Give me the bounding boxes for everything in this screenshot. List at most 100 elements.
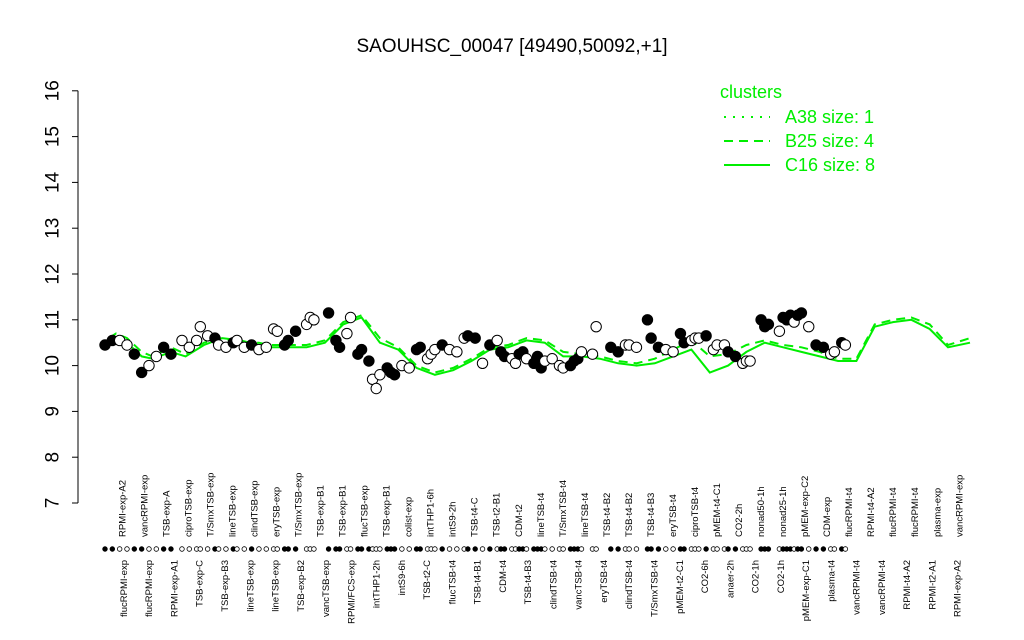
x-tick-label: TSB-t2-C bbox=[422, 560, 433, 600]
x-tick-label: flucRPMI-t4 bbox=[888, 487, 899, 537]
x-tick-label: RPMI-exp-A2 bbox=[953, 560, 964, 617]
x-tick-label: anaer-2h bbox=[725, 560, 736, 598]
y-tick-label: 11 bbox=[43, 310, 64, 330]
chart-canvas: SAOUHSC_00047 [49490,50092,+1] 7 8 9 10 11 12… bbox=[43, 36, 971, 624]
sample-marker bbox=[648, 546, 654, 552]
sample-marker bbox=[747, 546, 753, 552]
x-tick-label: vancTSB-t4 bbox=[574, 560, 585, 610]
x-tick-label: TSB-t4-B2 bbox=[624, 493, 635, 537]
x-tick-label: vancRPMI-exp bbox=[139, 475, 150, 537]
data-point bbox=[762, 318, 775, 331]
data-point bbox=[575, 346, 588, 358]
sample-marker bbox=[146, 546, 152, 552]
sample-marker bbox=[179, 546, 185, 552]
legend-title: clusters bbox=[720, 82, 782, 102]
sample-marker bbox=[446, 546, 453, 552]
data-point bbox=[194, 320, 206, 333]
data-point bbox=[414, 341, 426, 353]
sample-marker bbox=[197, 546, 203, 552]
x-tick-label: CO2-6h bbox=[700, 560, 711, 593]
x-tick-label: CDM-t4 bbox=[498, 560, 509, 593]
sample-marker bbox=[663, 546, 669, 552]
sample-marker bbox=[311, 546, 317, 552]
sample-marker bbox=[347, 546, 354, 552]
x-tick-label: vancRPMI-t4 bbox=[852, 560, 863, 615]
sample-marker bbox=[439, 546, 445, 552]
sample-marker bbox=[560, 546, 566, 552]
data-point bbox=[150, 350, 163, 363]
x-tick-label: intS9-2h bbox=[448, 502, 459, 537]
sample-marker bbox=[670, 546, 676, 552]
sample-marker bbox=[131, 546, 138, 552]
data-point bbox=[260, 341, 272, 353]
data-point bbox=[289, 325, 302, 337]
x-tick-label: lineTSB-t4 bbox=[580, 493, 591, 537]
x-tick-label: flucRPMI-t4 bbox=[844, 487, 855, 537]
data-point bbox=[451, 346, 463, 358]
x-tick-label: TSB-t4-B2 bbox=[602, 493, 613, 537]
x-tick-label: RPMI/FCS-exp bbox=[346, 560, 357, 624]
sample-marker bbox=[465, 546, 471, 552]
sample-marker bbox=[578, 546, 585, 552]
data-point bbox=[773, 325, 786, 337]
x-tick-label: RPMI-t4-A2 bbox=[866, 487, 877, 537]
sample-marker bbox=[765, 546, 772, 552]
x-tick-label: ciproTSB-t4 bbox=[690, 487, 701, 537]
sample-marker bbox=[292, 546, 299, 552]
x-tick-label: plasma-t4 bbox=[826, 560, 837, 602]
legend-label: A38 size: 1 bbox=[785, 107, 874, 127]
sample-marker bbox=[223, 546, 229, 552]
data-point bbox=[165, 348, 177, 360]
x-tick-label: lineTSB-exp bbox=[271, 560, 282, 612]
x-tick-label: flucTSB-exp bbox=[360, 485, 371, 537]
x-tick-label: TSB-exp-B1 bbox=[382, 485, 393, 537]
y-tick-label: 7 bbox=[43, 498, 64, 509]
y-tick-label: 14 bbox=[43, 171, 64, 193]
x-tick-label: eryTSB-t4 bbox=[599, 560, 610, 603]
sample-marker bbox=[234, 546, 240, 552]
sample-marker bbox=[263, 546, 269, 552]
sample-marker bbox=[248, 546, 255, 552]
sample-marker bbox=[732, 546, 739, 552]
sample-marker bbox=[153, 546, 160, 552]
x-tick-label: pMEM-t4-C1 bbox=[712, 483, 723, 537]
sample-marker bbox=[487, 546, 493, 552]
x-tick-label: RPMI-t4-A2 bbox=[902, 560, 913, 610]
x-tick-label: clindTSB-t4 bbox=[624, 560, 635, 609]
y-axis: 7 8 9 10 11 12 13 14 15 16 bbox=[43, 80, 79, 509]
sample-marker bbox=[285, 546, 291, 552]
sample-marker bbox=[186, 546, 193, 552]
x-tick-label: TSB-t4-B3 bbox=[523, 560, 534, 604]
y-tick-label: 10 bbox=[43, 355, 64, 376]
sample-marker bbox=[798, 546, 805, 552]
x-tick-label: CDM-t2 bbox=[514, 504, 525, 537]
data-point bbox=[586, 348, 599, 360]
x-tick-label: plasma-exp bbox=[932, 488, 943, 537]
x-tick-label: TSB-exp-A bbox=[161, 490, 172, 537]
x-tick-label: flucRPMI-exp bbox=[144, 560, 155, 617]
data-point bbox=[271, 325, 283, 337]
sample-marker bbox=[241, 546, 247, 552]
data-point bbox=[121, 339, 133, 351]
sample-marker bbox=[523, 546, 530, 552]
x-tick-label: lineTSB-exp bbox=[227, 485, 238, 537]
y-tick-label: 16 bbox=[43, 80, 64, 101]
x-tick-label: flucTSB-t4 bbox=[447, 560, 458, 604]
x-tick-label: TSB-exp-B1 bbox=[316, 485, 327, 537]
y-tick-label: 8 bbox=[43, 452, 64, 463]
x-tick-label: clindTSB-exp bbox=[250, 481, 261, 538]
x-tick-label: intTHP1-2h bbox=[372, 560, 383, 608]
data-point bbox=[322, 307, 335, 319]
y-tick-label: 9 bbox=[43, 406, 64, 417]
x-tick-label: nonad50-1h bbox=[756, 486, 767, 537]
data-point bbox=[590, 320, 602, 333]
x-tick-label: TSB-t4-C bbox=[470, 497, 481, 537]
data-point bbox=[700, 330, 712, 342]
sample-marker bbox=[703, 546, 709, 552]
x-tick-label: CO2-1h bbox=[751, 560, 762, 593]
sample-marker bbox=[820, 546, 827, 552]
data-points bbox=[99, 307, 852, 395]
sample-marker bbox=[615, 546, 621, 552]
x-tick-labels-bottom: flucRPMI-exp flucRPMI-exp RPMI-exp-A1 TSB-e… bbox=[119, 560, 964, 624]
sample-marker bbox=[377, 546, 383, 552]
